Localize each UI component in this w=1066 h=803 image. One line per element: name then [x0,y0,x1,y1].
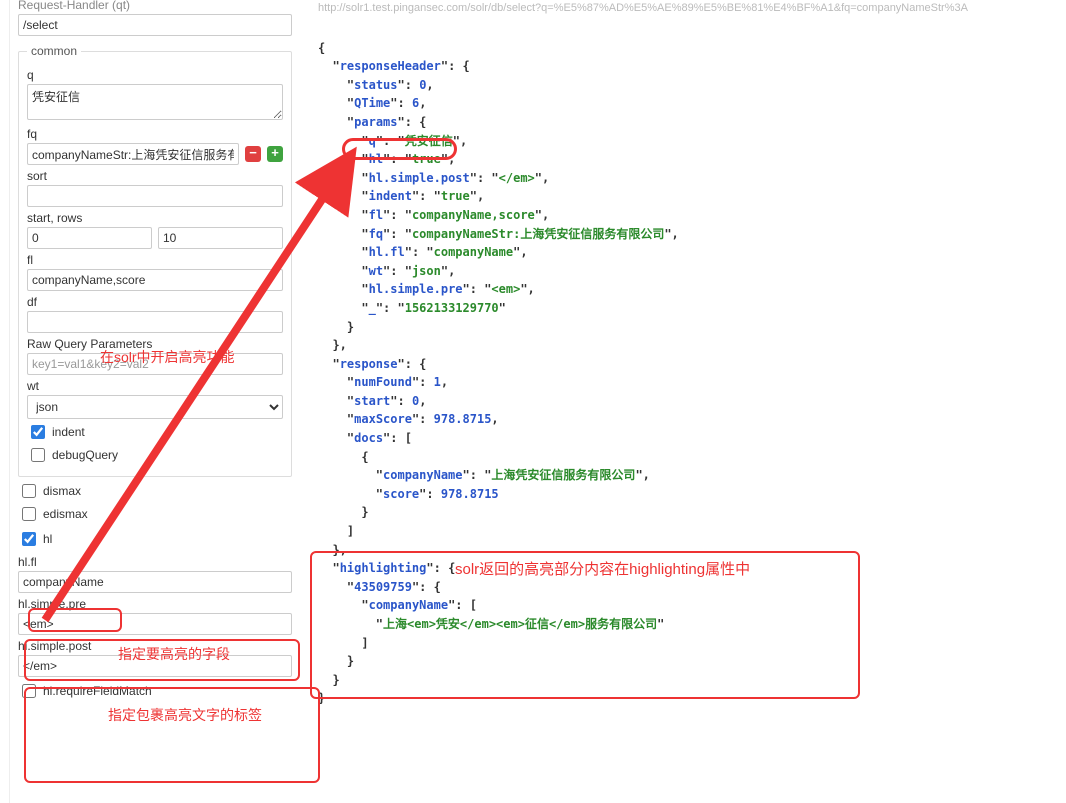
json-output: { "responseHeader": { "status": 0, "QTim… [306,20,1060,727]
hlpre-input[interactable] [18,613,292,635]
fq-input[interactable] [27,143,239,165]
edismax-checkbox[interactable] [22,507,36,521]
q-input[interactable]: 凭安征信 [27,84,283,120]
raw-label: Raw Query Parameters [27,337,283,351]
dismax-label: dismax [43,484,81,498]
start-input[interactable] [27,227,152,249]
hlfl-input[interactable] [18,571,292,593]
edismax-label: edismax [43,507,88,521]
indent-label: indent [52,425,85,439]
indent-checkbox[interactable] [31,425,45,439]
rows-input[interactable] [158,227,283,249]
common-legend: common [27,44,81,58]
add-fq-button[interactable]: + [267,146,283,162]
q-label: q [27,68,283,82]
hl-checkbox[interactable] [22,532,36,546]
json-hlpre: <em> [491,282,520,296]
wt-label: wt [27,379,283,393]
sort-label: sort [27,169,283,183]
df-label: df [27,295,283,309]
wt-select[interactable]: json [27,395,283,419]
qt-input[interactable] [18,14,292,36]
fl-label: fl [27,253,283,267]
fl-input[interactable] [27,269,283,291]
remove-fq-button[interactable]: − [245,146,261,162]
fq-label: fq [27,127,283,141]
debugquery-label: debugQuery [52,448,118,462]
debugquery-checkbox[interactable] [31,448,45,462]
df-input[interactable] [27,311,283,333]
request-url: http://solr1.test.pingansec.com/solr/db/… [306,0,1060,20]
hlrequire-checkbox[interactable] [22,684,36,698]
hlpost-label: hl.simple.post [18,639,292,653]
hlpre-label: hl.simple.pre [18,597,292,611]
hlrequire-label: hl.requireFieldMatch [43,684,152,698]
startrows-label: start, rows [27,211,283,225]
hlfl-label: hl.fl [18,555,292,569]
sort-input[interactable] [27,185,283,207]
hl-label: hl [43,532,52,546]
raw-input[interactable] [27,353,283,375]
json-hlfl: companyName [434,245,513,259]
hlpost-input[interactable] [18,655,292,677]
dismax-checkbox[interactable] [22,484,36,498]
common-fieldset: common q 凭安征信 fq − + sort start, rows fl… [18,44,292,477]
json-hl-cn: 上海<em>凭安</em><em>征信</em>服务有限公司 [383,617,657,631]
json-hlpost: </em> [499,171,535,185]
qt-label: Request-Handler (qt) [18,0,292,12]
